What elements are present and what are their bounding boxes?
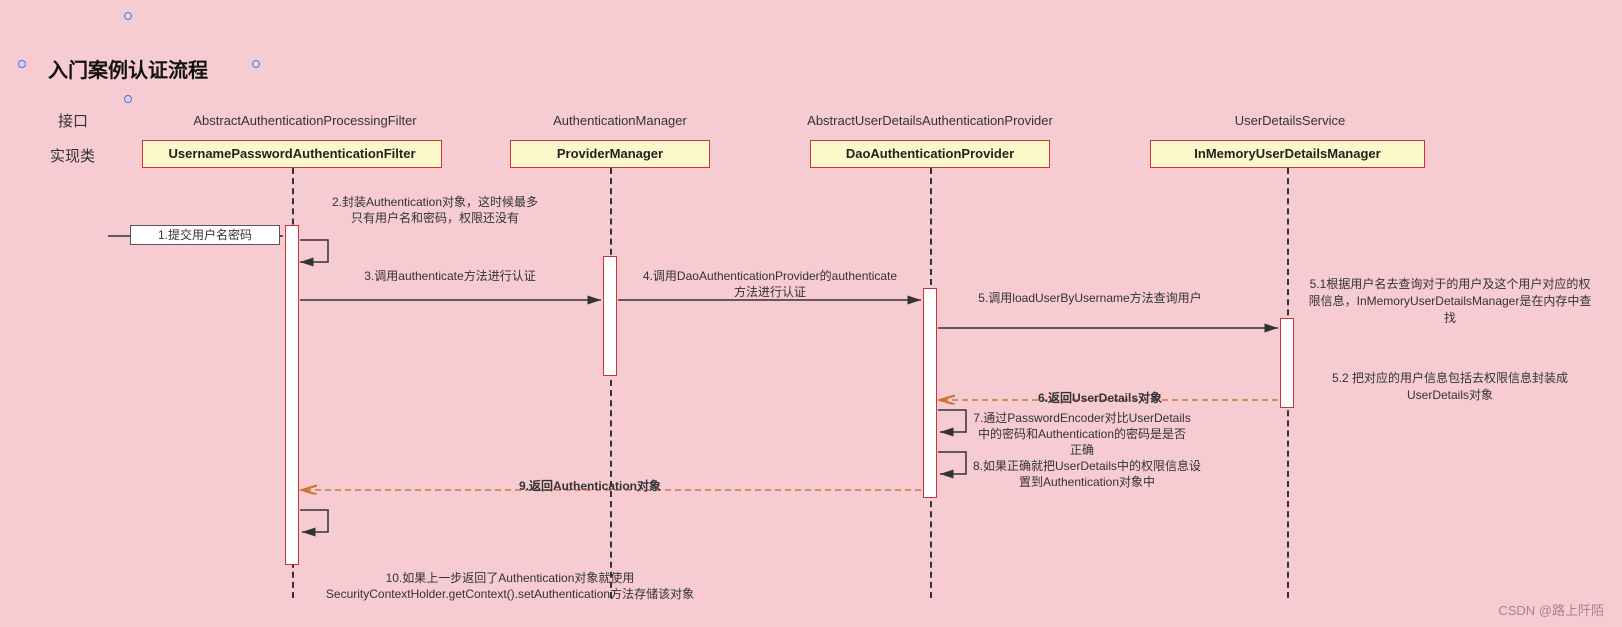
msg-1: 1.提交用户名密码 [130, 225, 280, 245]
lifeline-2 [610, 168, 612, 598]
msg-6: 6.返回UserDetails对象 [1000, 390, 1200, 406]
msg-5: 5.调用loadUserByUsername方法查询用户 [960, 290, 1220, 306]
msg-2: 2.封装Authentication对象，这时候最多只有用户名和密码，权限还没有 [330, 194, 540, 226]
marker-circle [252, 60, 260, 68]
msg-8: 8.如果正确就把UserDetails中的权限信息设置到Authenticati… [972, 458, 1202, 490]
interface-label-2: AuthenticationManager [530, 113, 710, 128]
class-box-1: UsernamePasswordAuthenticationFilter [142, 140, 442, 168]
watermark: CSDN @路上阡陌 [1498, 600, 1604, 619]
msg-4: 4.调用DaoAuthenticationProvider的authentica… [640, 268, 900, 300]
msg-9: 9.返回Authentication对象 [480, 478, 700, 494]
msg-3: 3.调用authenticate方法进行认证 [360, 268, 540, 284]
label-interface: 接口 [58, 110, 88, 131]
class-box-2: ProviderManager [510, 140, 710, 168]
note-5-1: 5.1根据用户名去查询对于的用户及这个用户对应的权限信息，InMemoryUse… [1305, 276, 1595, 326]
msg-7: 7.通过PasswordEncoder对比UserDetails中的密码和Aut… [972, 410, 1192, 459]
activation-4 [1280, 318, 1294, 408]
class-box-4: InMemoryUserDetailsManager [1150, 140, 1425, 168]
label-impl: 实现类 [50, 145, 95, 166]
interface-label-4: UserDetailsService [1210, 113, 1370, 128]
activation-2 [603, 256, 617, 376]
marker-circle [18, 60, 26, 68]
note-5-2: 5.2 把对应的用户信息包括去权限信息封装成UserDetails对象 [1305, 370, 1595, 404]
interface-label-1: AbstractAuthenticationProcessingFilter [180, 113, 430, 128]
interface-label-3: AbstractUserDetailsAuthenticationProvide… [790, 113, 1070, 128]
marker-circle [124, 12, 132, 20]
class-box-3: DaoAuthenticationProvider [810, 140, 1050, 168]
marker-circle [124, 95, 132, 103]
activation-3 [923, 288, 937, 498]
msg-10: 10.如果上一步返回了Authentication对象就使用SecurityCo… [290, 570, 730, 602]
activation-1 [285, 225, 299, 565]
diagram-title: 入门案例认证流程 [48, 54, 208, 83]
